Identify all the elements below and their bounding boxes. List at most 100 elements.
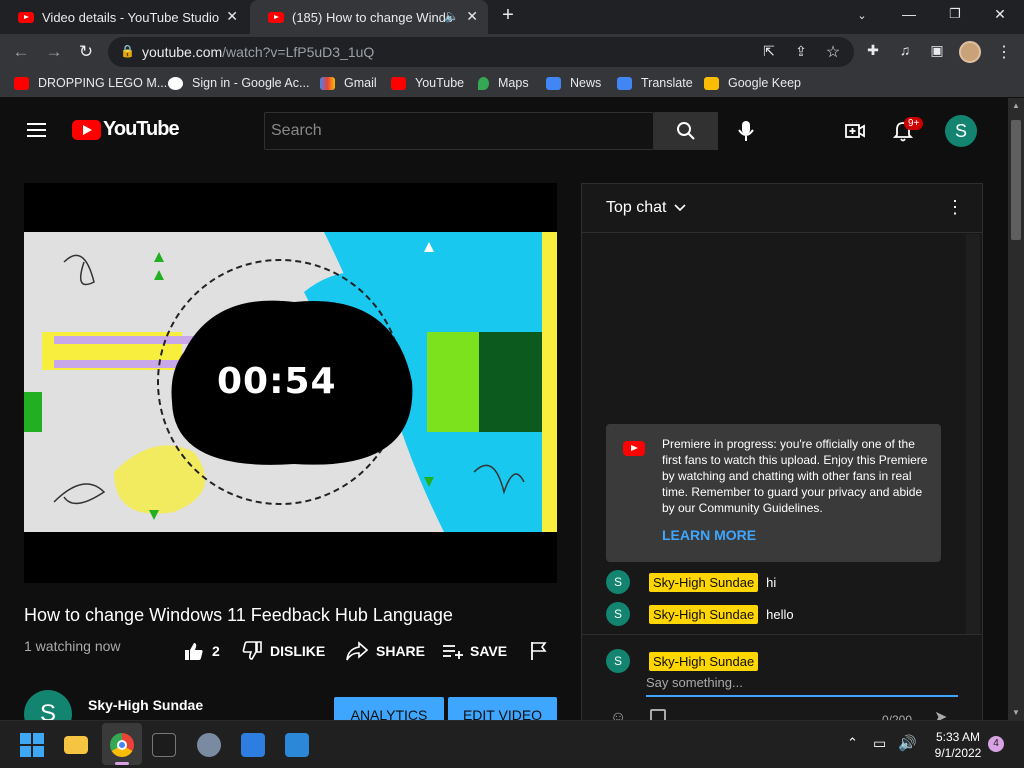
forward-button[interactable]: → (44, 42, 64, 62)
youtube-logo-icon (623, 441, 645, 456)
search-icon (677, 122, 695, 140)
media-control-icon[interactable]: ♫ (896, 42, 914, 58)
hamburger-menu-icon[interactable] (27, 123, 46, 137)
thumbs-up-icon (185, 643, 203, 660)
notification-center-badge[interactable]: 4 (988, 736, 1004, 752)
learn-more-link[interactable]: LEARN MORE (662, 527, 756, 543)
scrollbar-thumb[interactable] (1011, 120, 1021, 240)
bookmark-youtube[interactable]: YouTube (391, 76, 464, 90)
chat-header: Top chat ⋮ (582, 184, 982, 233)
lock-icon[interactable]: 🔒 (120, 44, 135, 58)
browser-menu-icon[interactable]: ⋮ (995, 42, 1013, 62)
search-input[interactable]: Search (264, 112, 654, 150)
notification-count-badge: 9+ (904, 117, 924, 130)
create-video-icon[interactable] (845, 122, 865, 140)
show-hidden-icons-chevron[interactable]: ⌃ (847, 735, 858, 751)
window-close-button[interactable]: ✕ (990, 6, 1010, 23)
close-tab-icon[interactable]: ✕ (226, 8, 238, 25)
bookmark-maps[interactable]: Maps (478, 76, 529, 90)
premiere-message: Premiere in progress: you're officially … (662, 437, 928, 515)
bookmark-google-keep[interactable]: Google Keep (704, 76, 801, 90)
clock-date: 9/1/2022 (934, 746, 982, 760)
audio-playing-icon[interactable]: 🔈 (444, 9, 459, 23)
youtube-logo-text[interactable]: YouTube (103, 118, 180, 141)
youtube-favicon-icon (18, 11, 34, 23)
chat-author-name[interactable]: Sky-High Sundae (649, 604, 759, 624)
address-bar[interactable]: 🔒 youtube.com/watch?v=LfP5uD3_1uQ ⇱ ⇪ ☆ (108, 37, 854, 67)
chat-author-name[interactable]: Sky-High Sundae (649, 572, 759, 592)
tab-title: Video details - YouTube Studio (42, 9, 220, 25)
terminal-icon[interactable] (152, 733, 176, 757)
open-in-app-icon[interactable]: ⇱ (760, 43, 778, 60)
share-label: SHARE (376, 643, 426, 659)
bookmark-translate[interactable]: Translate (617, 76, 693, 90)
top-chat-dropdown[interactable]: Top chat (606, 199, 687, 217)
chat-message-text: hello (766, 606, 794, 622)
bookmark-news[interactable]: News (546, 76, 601, 90)
chat-input-area: S Sky-High Sundae Say something... ☺ 0/2… (582, 634, 982, 727)
page-scrollbar[interactable]: ▲ ▼ (1008, 98, 1024, 720)
bookmark-label: News (570, 76, 602, 90)
bookmark-star-icon[interactable]: ☆ (824, 42, 842, 62)
save-button[interactable]: SAVE (442, 641, 507, 661)
chat-more-options-icon[interactable]: ⋮ (946, 197, 964, 218)
file-explorer-icon[interactable] (64, 736, 88, 754)
extensions-puzzle-icon[interactable]: ✚ (864, 42, 882, 59)
like-button[interactable]: 2 (184, 641, 220, 661)
search-button[interactable] (654, 112, 718, 150)
windows-start-icon[interactable] (20, 733, 44, 757)
system-clock[interactable]: 5:33 AM 9/1/2022 (930, 729, 986, 761)
feedback-hub-icon[interactable] (285, 733, 309, 757)
minimize-button[interactable]: — (899, 6, 919, 22)
chat-scrollbar[interactable] (966, 234, 980, 634)
like-count: 2 (212, 643, 220, 659)
user-avatar[interactable]: S (945, 115, 977, 147)
chrome-icon (110, 733, 134, 757)
bookmark-dropping-lego[interactable]: DROPPING LEGO M... (14, 76, 167, 90)
bookmark-google-signin[interactable]: Sign in - Google Ac... (168, 76, 309, 90)
live-chat-panel: Top chat ⋮ Premiere in progress: you're … (581, 183, 983, 727)
report-flag-icon[interactable] (530, 641, 548, 661)
tab-search-chevron-icon[interactable]: ⌄ (852, 9, 872, 22)
save-playlist-icon (443, 645, 463, 659)
network-icon[interactable]: ▭ (873, 735, 886, 752)
chat-message-input[interactable]: Say something... (646, 675, 958, 697)
share-button[interactable]: SHARE (346, 641, 425, 661)
chat-input-author: S Sky-High Sundae (606, 649, 766, 673)
close-tab-icon[interactable]: ✕ (466, 8, 478, 25)
new-tab-button[interactable]: + (498, 4, 518, 27)
tab-current-video[interactable]: (185) How to change Windo 🔈 ✕ (250, 0, 488, 34)
chat-author-avatar[interactable]: S (606, 570, 630, 594)
side-panel-icon[interactable]: ▣ (928, 42, 946, 59)
channel-name[interactable]: Sky-High Sundae (88, 697, 203, 713)
clock-time: 5:33 AM (935, 730, 981, 744)
chat-author-avatar[interactable]: S (606, 602, 630, 626)
video-player[interactable]: 00:54 (24, 183, 557, 583)
back-button[interactable]: ← (11, 42, 31, 62)
share-page-icon[interactable]: ⇪ (792, 43, 810, 60)
share-arrow-icon (346, 641, 368, 661)
youtube-favicon-icon (268, 11, 284, 23)
self-author-name: Sky-High Sundae (649, 651, 759, 671)
self-avatar: S (606, 649, 630, 673)
thumbs-down-icon (242, 641, 262, 660)
chrome-taskbar-button[interactable] (102, 723, 142, 765)
url-host: youtube.com (142, 44, 223, 60)
video-title: How to change Windows 11 Feedback Hub La… (24, 605, 453, 625)
scroll-up-arrow-icon[interactable]: ▲ (1012, 101, 1020, 110)
camera-app-icon[interactable] (241, 733, 265, 757)
profile-avatar[interactable] (959, 41, 981, 63)
restore-button[interactable]: ❐ (945, 6, 965, 22)
volume-icon[interactable]: 🔊 (898, 734, 917, 752)
url-text[interactable]: youtube.com/watch?v=LfP5uD3_1uQ (142, 44, 374, 60)
bookmark-gmail[interactable]: Gmail (320, 76, 377, 90)
tab-youtube-studio[interactable]: Video details - YouTube Studio ✕ (0, 0, 248, 34)
chat-message-text: hi (766, 574, 777, 590)
dislike-button[interactable]: DISLIKE (242, 641, 325, 661)
youtube-logo-icon[interactable] (72, 120, 101, 140)
scroll-down-arrow-icon[interactable]: ▼ (1012, 708, 1020, 717)
microphone-icon[interactable] (736, 120, 756, 142)
settings-gear-icon[interactable] (197, 733, 221, 757)
youtube-favicon-icon (391, 76, 406, 90)
reload-button[interactable]: ↻ (76, 42, 96, 62)
